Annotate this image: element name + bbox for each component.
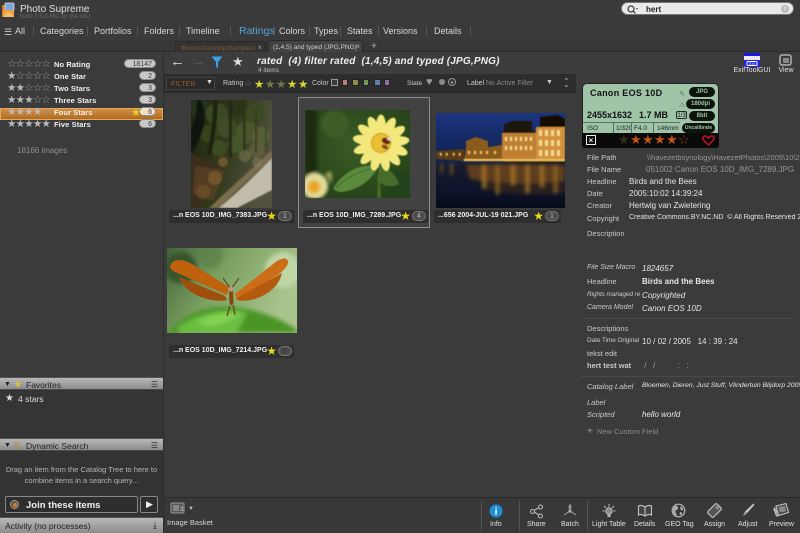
svg-text:i: i [495, 507, 498, 518]
svg-text:EXI: EXI [749, 62, 755, 66]
